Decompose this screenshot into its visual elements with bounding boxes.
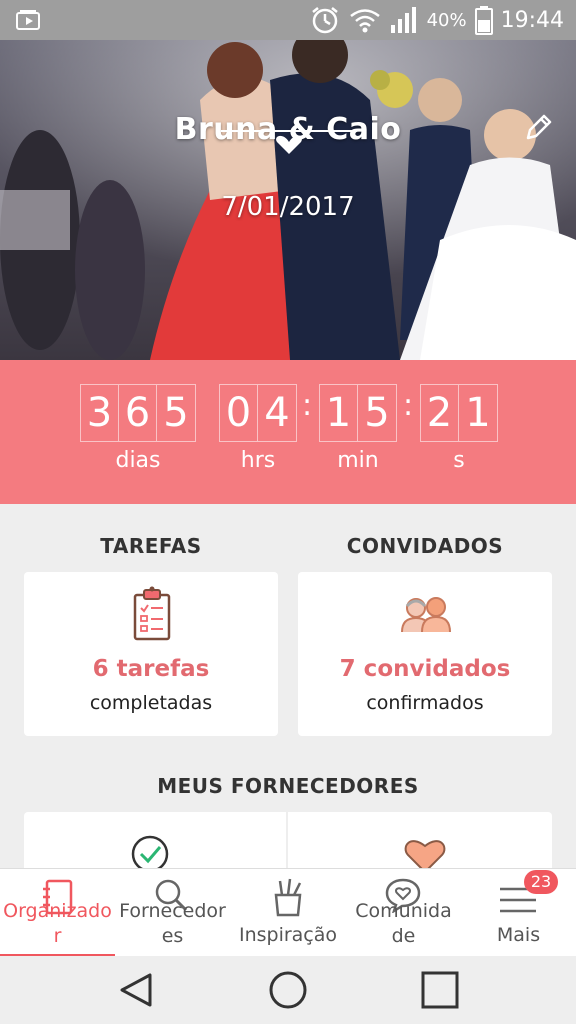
countdown-separator: : [302,388,313,423]
recents-icon[interactable] [420,970,460,1010]
countdown-digit: 1 [320,385,358,441]
nav-label: Comunida [355,900,452,922]
guests-count: 7 convidados [339,656,511,682]
nav-label: es [161,925,184,947]
brushes-icon [274,878,302,917]
status-bar: 40% 19:44 [0,0,576,40]
countdown-separator: : [403,388,414,423]
wedding-date: 7/01/2017 [221,192,355,222]
countdown-digit: 0 [220,385,258,441]
countdown-seconds-label: s [453,448,465,473]
nav-comunidade[interactable]: Comunida de [346,869,461,957]
bottom-navigation: Organizado r Fornecedor es Inspiração Co… [0,868,576,957]
battery-icon [474,6,493,35]
countdown-digit: 5 [364,390,390,436]
nav-label: Organizado [3,900,112,922]
countdown-digit: 6 [119,385,157,441]
tasks-subtitle: completadas [89,692,213,714]
guests-icon [401,597,451,633]
nav-label: r [53,925,62,947]
pencil-icon[interactable] [520,110,556,146]
alarm-icon [311,7,338,34]
countdown-digit: 3 [81,385,119,441]
heart-divider-icon [221,130,357,154]
countdown-banner: 3 6 5 dias 0 4 hrs : 1 5 min : 2 1 s [0,360,576,504]
battery-percent: 40% [426,9,467,31]
wifi-icon [349,9,380,33]
nav-label: Mais [496,924,541,946]
guests-heading: CONVIDADOS [346,534,504,558]
nav-fornecedores[interactable]: Fornecedor es [115,869,230,957]
tasks-count: 6 tarefas [92,656,210,682]
guests-card[interactable]: 7 convidados confirmados [298,572,552,736]
countdown-days: 3 6 5 [80,384,196,442]
vendors-heading: MEUS FORNECEDORES [157,774,419,798]
countdown-minutes: 1 5 [319,384,397,442]
guests-subtitle: confirmados [366,692,484,714]
countdown-days-label: dias [115,448,161,473]
app-screen: 40% 19:44 Bruna & Caio 7/01/2017 3 6 5 d… [0,0,576,1024]
nav-organizador[interactable]: Organizado r [0,869,115,957]
media-icon [16,10,40,30]
system-navigation-bar [0,956,576,1024]
tasks-card[interactable]: 6 tarefas completadas [24,572,278,736]
countdown-seconds: 2 1 [420,384,498,442]
nav-mais[interactable]: Mais [461,869,576,957]
nav-label: Fornecedor [119,900,226,922]
home-icon[interactable] [268,970,308,1010]
countdown-digit: 1 [465,390,491,436]
tasks-heading: TAREFAS [100,534,202,558]
status-icons: 40% 19:44 [309,5,564,35]
nav-label: de [391,925,416,947]
signal-icon [390,7,416,33]
countdown-hours-label: hrs [240,448,276,473]
notification-badge: 23 [524,870,558,894]
countdown-digit: 2 [421,385,459,441]
clock: 19:44 [500,7,564,33]
wedding-hero: Bruna & Caio 7/01/2017 [0,40,576,360]
clipboard-icon [133,586,171,641]
back-icon[interactable] [118,972,154,1008]
countdown-digit: 4 [264,390,290,436]
nav-label: Inspiração [238,924,338,946]
countdown-minutes-label: min [337,448,379,473]
countdown-hours: 0 4 [219,384,297,442]
nav-inspiracao[interactable]: Inspiração [230,869,346,957]
countdown-digit: 5 [163,390,189,436]
